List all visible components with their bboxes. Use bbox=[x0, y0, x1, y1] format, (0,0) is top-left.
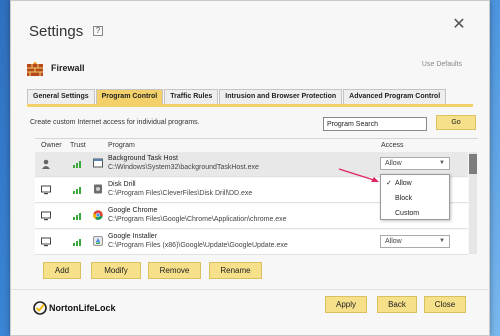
tab-general-settings[interactable]: General Settings bbox=[27, 89, 95, 104]
google-installer-icon bbox=[93, 236, 103, 246]
tab-underline bbox=[27, 104, 473, 107]
computer-icon bbox=[41, 237, 51, 247]
tab-advanced-program-control[interactable]: Advanced Program Control bbox=[343, 89, 447, 104]
chrome-icon bbox=[93, 210, 103, 220]
table-header: Owner Trust Program Access bbox=[35, 139, 478, 151]
access-value: Allow bbox=[385, 238, 402, 245]
footer-divider bbox=[11, 289, 489, 290]
option-label: Allow bbox=[395, 180, 412, 187]
computer-icon bbox=[41, 211, 51, 221]
back-button[interactable]: Back bbox=[377, 296, 417, 313]
modify-button[interactable]: Modify bbox=[91, 262, 141, 279]
dropdown-option-block[interactable]: Block bbox=[381, 191, 449, 206]
tab-program-control[interactable]: Program Control bbox=[95, 89, 164, 104]
rename-button[interactable]: Rename bbox=[209, 262, 262, 279]
header-trust: Trust bbox=[70, 142, 86, 149]
access-value: Allow bbox=[385, 160, 402, 167]
firewall-icon bbox=[27, 62, 43, 76]
program-path: C:\Program Files\CleverFiles\Disk Drill\… bbox=[108, 190, 253, 197]
header-access: Access bbox=[381, 142, 404, 149]
app-window-icon bbox=[93, 158, 103, 168]
remove-button[interactable]: Remove bbox=[148, 262, 201, 279]
header-program: Program bbox=[108, 142, 135, 149]
close-icon[interactable]: ✕ bbox=[451, 17, 467, 33]
tab-intrusion-browser-protection[interactable]: Intrusion and Browser Protection bbox=[219, 89, 343, 104]
dropdown-option-allow[interactable]: ✓ Allow bbox=[381, 176, 449, 191]
go-button[interactable]: Go bbox=[436, 115, 476, 130]
user-icon bbox=[42, 159, 50, 169]
intro-text: Create custom Internet access for indivi… bbox=[30, 119, 200, 126]
dropdown-option-custom[interactable]: Custom bbox=[381, 206, 449, 221]
program-name: Google Chrome bbox=[108, 207, 158, 214]
program-path: C:\Program Files (x86)\Google\Update\Goo… bbox=[108, 242, 288, 249]
header-owner: Owner bbox=[41, 142, 62, 149]
tab-traffic-rules[interactable]: Traffic Rules bbox=[164, 89, 219, 104]
option-label: Block bbox=[395, 195, 413, 202]
program-path: C:\Program Files\Google\Chrome\Applicati… bbox=[108, 216, 287, 223]
trust-bars-icon bbox=[73, 187, 81, 194]
chevron-down-icon: ▼ bbox=[439, 238, 445, 244]
access-dropdown-menu: ✓ Allow Block Custom bbox=[380, 174, 450, 220]
firewall-label: Firewall bbox=[51, 63, 85, 73]
brand-logo-text: NortonLifeLock bbox=[49, 303, 116, 313]
trust-bars-icon bbox=[73, 161, 81, 168]
option-label: Custom bbox=[395, 210, 420, 217]
chevron-down-icon: ▼ bbox=[439, 160, 445, 166]
program-name: Background Task Host bbox=[108, 155, 178, 162]
use-defaults-link[interactable]: Use Defaults bbox=[422, 61, 462, 68]
norton-check-icon bbox=[33, 301, 47, 315]
apply-button[interactable]: Apply bbox=[325, 296, 367, 313]
scrollbar-thumb[interactable] bbox=[469, 154, 477, 174]
checkmark-icon: ✓ bbox=[386, 180, 392, 187]
trust-bars-icon bbox=[73, 239, 81, 246]
program-path: C:\Windows\System32\backgroundTaskHost.e… bbox=[108, 164, 259, 171]
close-button[interactable]: Close bbox=[424, 296, 466, 313]
window-title: Settings bbox=[29, 23, 84, 40]
add-button[interactable]: Add bbox=[43, 262, 81, 279]
trust-bars-icon bbox=[73, 213, 81, 220]
access-select[interactable]: Allow ▼ bbox=[380, 235, 450, 248]
help-icon[interactable]: ? bbox=[93, 26, 103, 36]
program-name: Disk Drill bbox=[108, 181, 136, 188]
settings-window: Settings ? ✕ Firewall Use Defaults Gener… bbox=[10, 0, 490, 336]
table-row[interactable]: Google Installer C:\Program Files (x86)\… bbox=[35, 230, 468, 255]
access-select[interactable]: Allow ▼ bbox=[380, 157, 450, 170]
computer-icon bbox=[41, 185, 51, 195]
disk-drill-icon bbox=[94, 184, 102, 194]
tab-bar: General Settings Program Control Traffic… bbox=[27, 89, 447, 104]
program-name: Google Installer bbox=[108, 233, 158, 240]
program-search-input[interactable] bbox=[323, 117, 427, 131]
annotation-arrow-icon bbox=[338, 168, 379, 182]
